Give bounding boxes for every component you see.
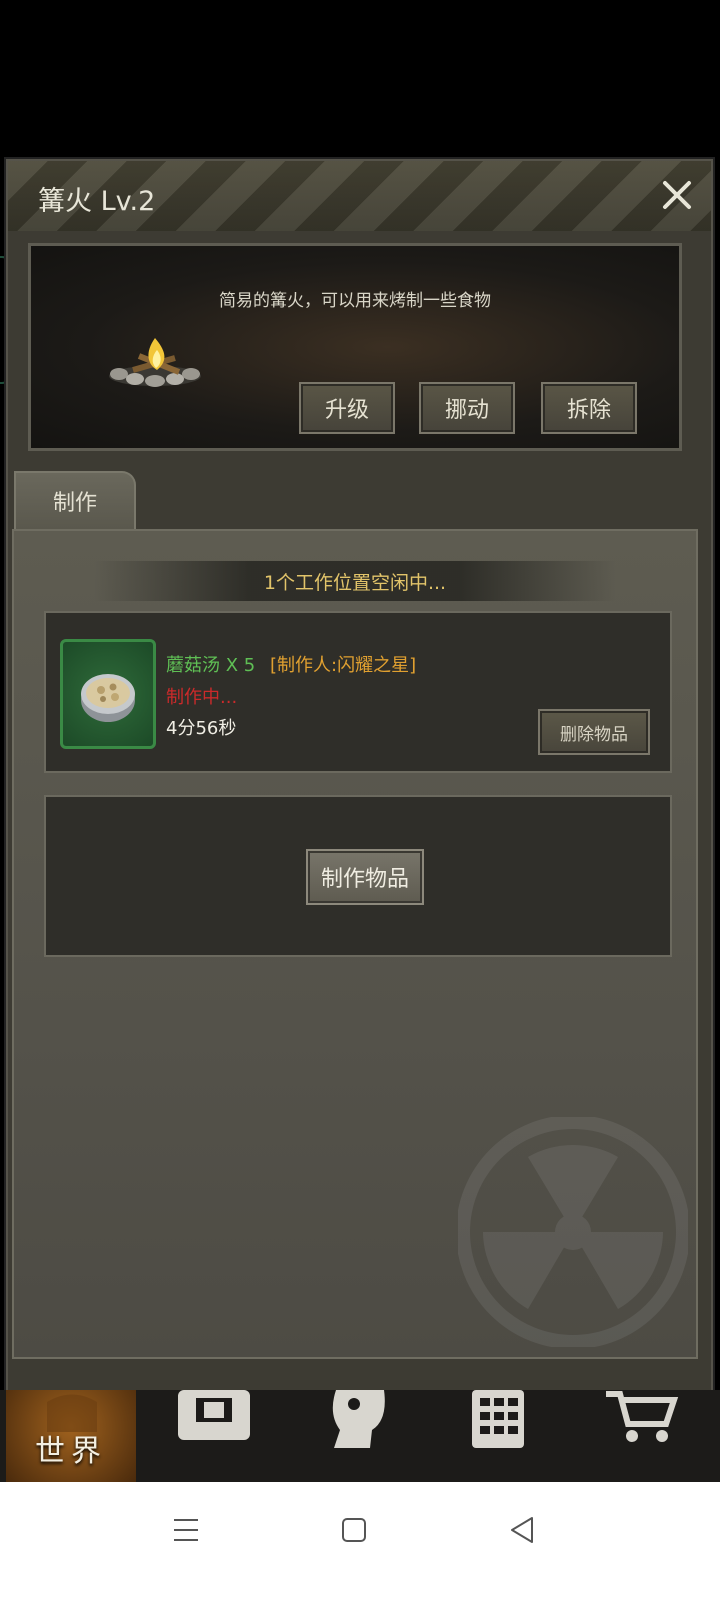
nav-world[interactable]: 世界	[6, 1390, 136, 1482]
item-icon-frame	[60, 639, 156, 749]
maker-name: [制作人:闪耀之星]	[270, 655, 417, 676]
soup-can-icon	[81, 674, 135, 722]
building-description: 简易的篝火，可以用来烤制一些食物	[219, 291, 491, 311]
close-icon[interactable]	[657, 175, 697, 215]
dismantle-button[interactable]: 拆除	[541, 382, 637, 434]
craft-item-button[interactable]: 制作物品	[306, 849, 424, 905]
calculator-icon[interactable]	[460, 1390, 540, 1450]
upgrade-button[interactable]: 升级	[299, 382, 395, 434]
move-button[interactable]: 挪动	[419, 382, 515, 434]
empty-craft-slot: 制作物品	[44, 795, 672, 957]
workslot-status: 1个工作位置空闲中...	[94, 561, 616, 601]
dialog-title: 篝火 Lv.2	[38, 186, 156, 217]
craft-job-slot: 蘑菇汤 X 5 [制作人:闪耀之星] 制作中... 4分56秒 删除物品	[44, 611, 672, 773]
building-dialog: 篝火 Lv.2 简易的篝火，可以用来烤制一些食物 升级 挪动 拆除 制作 1个工…	[4, 157, 715, 1420]
tab-craft[interactable]: 制作	[14, 471, 136, 529]
head-icon[interactable]	[320, 1390, 400, 1450]
game-bottom-nav: 世界	[0, 1390, 720, 1482]
craft-panel: 1个工作位置空闲中... 蘑菇汤 X 5 [制作人:闪耀之星] 制作中... 4…	[12, 529, 698, 1359]
backpack-icon[interactable]	[174, 1390, 254, 1450]
remaining-time: 4分56秒	[166, 718, 237, 739]
craft-state: 制作中...	[166, 687, 238, 708]
building-banner: 简易的篝火，可以用来烤制一些食物 升级 挪动 拆除	[28, 243, 682, 451]
campfire-icon	[109, 338, 201, 387]
cart-icon[interactable]	[600, 1390, 680, 1450]
item-name: 蘑菇汤 X 5	[166, 655, 256, 676]
nav-world-label: 世界	[35, 1434, 107, 1469]
home-icon[interactable]	[334, 1510, 374, 1550]
dialog-header: 篝火 Lv.2	[8, 161, 711, 231]
back-icon[interactable]	[502, 1510, 542, 1550]
delete-item-button[interactable]: 删除物品	[538, 709, 650, 755]
menu-icon[interactable]	[166, 1510, 206, 1550]
android-nav-bar	[0, 1482, 720, 1600]
radiation-watermark-icon	[458, 1117, 688, 1347]
